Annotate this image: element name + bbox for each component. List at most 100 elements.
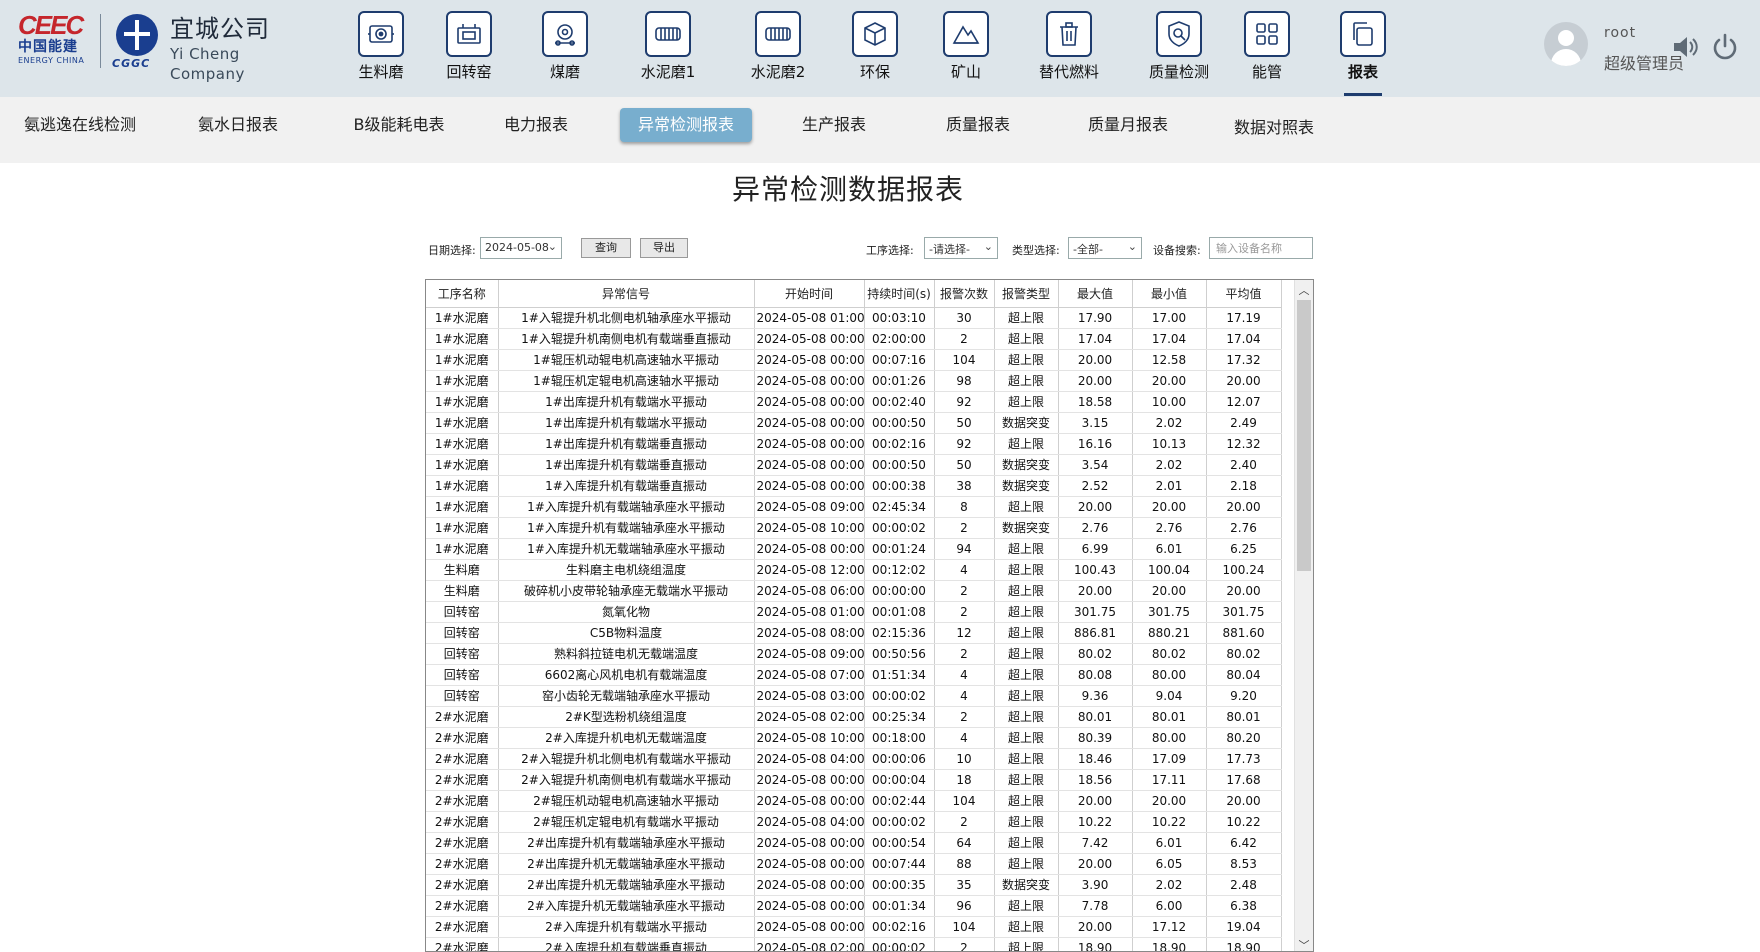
table-row[interactable]: 2#水泥磨 2#出库提升机无载端轴承座水平振动 2024-05-08 00:00 00… [426,874,1282,896]
table-row[interactable]: 2#水泥磨 2#入库提升机无载端轴承座水平振动 2024-05-08 00:00 00… [426,895,1282,917]
table-row[interactable]: 2#水泥磨 2#辊压机定辊电机有载端水平振动 2024-05-08 04:00 00:… [426,811,1282,833]
table-row[interactable]: 回转窑 窑小齿轮无载端轴承座水平振动 2024-05-08 03:00 00:00:0… [426,685,1282,707]
subnav-item-quality-monthly[interactable]: 质量月报表 [1080,108,1176,142]
table-cell: 6602离心风机电机有载端温度 [498,664,755,686]
table-cell: 超上限 [994,433,1059,455]
mountain-icon [943,11,989,57]
table-cell: 17.04 [1058,328,1133,350]
table-row[interactable]: 1#水泥磨 1#入辊提升机南侧电机有载端垂直振动 2024-05-08 00:00 0… [426,328,1282,350]
table-row[interactable]: 2#水泥磨 2#入辊提升机南侧电机有载端水平振动 2024-05-08 00:00 0… [426,769,1282,791]
nav-item-reports[interactable]: 报表 [1318,8,1408,96]
nav-item-coal-mill[interactable]: 煤磨 [520,8,610,96]
nav-item-environment[interactable]: 环保 [830,8,920,96]
subnav-item-power-report[interactable]: 电力报表 [496,108,576,142]
table-row[interactable]: 2#水泥磨 2#入库提升机有载端水平振动 2024-05-08 00:00 00:02… [426,916,1282,938]
table-row[interactable]: 回转窑 6602离心风机电机有载端温度 2024-05-08 07:00 01:51:… [426,664,1282,686]
table-row[interactable]: 生料磨 破碎机小皮带轮轴承座无载端水平振动 2024-05-08 06:00 00:0… [426,580,1282,602]
table-cell: 2024-05-08 00:00 [754,895,865,917]
table-cell: 2024-05-08 00:00 [754,538,865,560]
power-icon[interactable] [1710,32,1740,62]
query-button[interactable]: 查询 [581,238,631,258]
table-row[interactable]: 2#水泥磨 2#出库提升机无载端轴承座水平振动 2024-05-08 00:00 00… [426,853,1282,875]
table-cell: 64 [934,832,995,854]
table-cell: 10.00 [1132,391,1207,413]
type-select[interactable]: -全部- ⌄ [1068,237,1142,259]
table-scrollbar[interactable]: ︿ ﹀ [1294,280,1313,951]
table-row[interactable]: 1#水泥磨 1#入库提升机有载端轴承座水平振动 2024-05-08 10:00 00… [426,517,1282,539]
table-cell: 超上限 [994,349,1059,371]
table-cell: 19.04 [1206,916,1282,938]
table-cell: 2#辊压机动辊电机高速轴水平振动 [498,790,755,812]
nav-item-mine[interactable]: 矿山 [921,8,1011,96]
scroll-down-icon[interactable]: ﹀ [1295,937,1313,951]
table-cell: 00:07:44 [864,853,935,875]
table-row[interactable]: 1#水泥磨 1#出库提升机有载端垂直振动 2024-05-08 00:00 00:00… [426,454,1282,476]
nav-item-cement-mill-1[interactable]: 水泥磨1 [623,8,713,96]
table-cell: 1#出库提升机有载端水平振动 [498,412,755,434]
table-cell: 00:07:16 [864,349,935,371]
table-row[interactable]: 2#水泥磨 2#K型选粉机绕组温度 2024-05-08 02:00 00:25:34… [426,706,1282,728]
table-row[interactable]: 回转窑 C5B物料温度 2024-05-08 08:00 02:15:36 12 超上限 8… [426,622,1282,644]
sound-icon[interactable] [1672,34,1700,60]
export-button[interactable]: 导出 [640,238,688,258]
table-row[interactable]: 1#水泥磨 1#辊压机动辊电机高速轴水平振动 2024-05-08 00:00 00:… [426,349,1282,371]
table-row[interactable]: 回转窑 氮氧化物 2024-05-08 01:00 00:01:08 2 超上限 301.7… [426,601,1282,623]
table-cell: 18 [934,769,995,791]
nav-item-cement-mill-2[interactable]: 水泥磨2 [733,8,823,96]
table-row[interactable]: 1#水泥磨 1#出库提升机有载端水平振动 2024-05-08 00:00 00:00… [426,412,1282,434]
date-picker[interactable]: 2024-05-08 ⌄ [480,237,562,259]
table-cell: 2#K型选粉机绕组温度 [498,706,755,728]
table-cell: 2024-05-08 00:00 [754,832,865,854]
table-row[interactable]: 1#水泥磨 1#入库提升机无载端轴承座水平振动 2024-05-08 00:00 00… [426,538,1282,560]
table-row[interactable]: 1#水泥磨 1#入库提升机有载端轴承座水平振动 2024-05-08 09:00 02… [426,496,1282,518]
table-cell: 2024-05-08 00:00 [754,916,865,938]
column-header: 异常信号 [498,280,755,308]
table-row[interactable]: 2#水泥磨 2#入库提升机有载端垂直振动 2024-05-08 02:00 00:00… [426,937,1282,951]
nav-item-raw-mill[interactable]: 生料磨 [336,8,426,96]
table-cell: 生料磨 [426,580,499,602]
subnav-item-data-compare[interactable]: 数据对照表 [1226,111,1322,145]
table-cell: 12.32 [1206,433,1282,455]
subnav-item-b-energy-meter[interactable]: B级能耗电表 [339,108,459,142]
subnav-item-ammonia-daily[interactable]: 氨水日报表 [190,108,286,142]
avatar[interactable] [1544,22,1588,66]
subnav-item-ammonia-online[interactable]: 氨逃逸在线检测 [20,108,140,142]
table-cell: 17.19 [1206,307,1282,329]
nav-item-energy[interactable]: 能管 [1222,8,1312,96]
table-row[interactable]: 回转窑 熟料斜拉链电机无载端温度 2024-05-08 09:00 00:50:56 2… [426,643,1282,665]
table-row[interactable]: 2#水泥磨 2#入辊提升机北侧电机有载端水平振动 2024-05-08 04:00 0… [426,748,1282,770]
table-cell: 17.73 [1206,748,1282,770]
table-row[interactable]: 2#水泥磨 2#出库提升机有载端轴承座水平振动 2024-05-08 00:00 00… [426,832,1282,854]
table-cell: 2024-05-08 00:00 [754,475,865,497]
table-cell: 3.90 [1058,874,1133,896]
table-row[interactable]: 1#水泥磨 1#出库提升机有载端水平振动 2024-05-08 00:00 00:02… [426,391,1282,413]
table-row[interactable]: 1#水泥磨 1#辊压机定辊电机高速轴水平振动 2024-05-08 00:00 00:… [426,370,1282,392]
subnav-item-quality-report[interactable]: 质量报表 [938,108,1018,142]
table-header-row: 工序名称 异常信号 开始时间 持续时间(s) 报警次数 报警类型 最大值 最小值 平均值 [426,280,1282,308]
process-select[interactable]: -请选择- ⌄ [924,237,998,259]
table-cell: 17.68 [1206,769,1282,791]
table-cell: 100.24 [1206,559,1282,581]
table-row[interactable]: 2#水泥磨 2#辊压机动辊电机高速轴水平振动 2024-05-08 00:00 00:… [426,790,1282,812]
table-row[interactable]: 生料磨 生料磨主电机绕组温度 2024-05-08 12:00 00:12:02 4 超上… [426,559,1282,581]
table-cell: 20.00 [1058,790,1133,812]
subnav-item-anomaly-report[interactable]: 异常检测报表 [620,108,752,142]
scrollbar-thumb[interactable] [1297,300,1311,571]
table-cell: C5B物料温度 [498,622,755,644]
table-row[interactable]: 1#水泥磨 1#入辊提升机北侧电机轴承座水平振动 2024-05-08 01:00 0… [426,307,1282,329]
table-row[interactable]: 1#水泥磨 1#出库提升机有载端垂直振动 2024-05-08 00:00 00:02… [426,433,1282,455]
nav-item-quality-check[interactable]: 质量检测 [1134,8,1224,96]
table-cell: 数据突变 [994,517,1059,539]
table-row[interactable]: 2#水泥磨 2#入库提升机电机无载端温度 2024-05-08 10:00 00:18… [426,727,1282,749]
table-cell: 7.42 [1058,832,1133,854]
table-cell: 1#水泥磨 [426,538,499,560]
subnav-item-production-report[interactable]: 生产报表 [794,108,874,142]
table-cell: 96 [934,895,995,917]
scroll-up-icon[interactable]: ︿ [1295,282,1313,298]
nav-item-alt-fuel[interactable]: 替代燃料 [1024,8,1114,96]
nav-label: 环保 [859,63,890,81]
table-cell: 20.00 [1132,370,1207,392]
table-row[interactable]: 1#水泥磨 1#入库提升机有载端垂直振动 2024-05-08 00:00 00:00… [426,475,1282,497]
device-search-input[interactable] [1209,237,1313,259]
nav-item-kiln[interactable]: 回转窑 [424,8,514,96]
